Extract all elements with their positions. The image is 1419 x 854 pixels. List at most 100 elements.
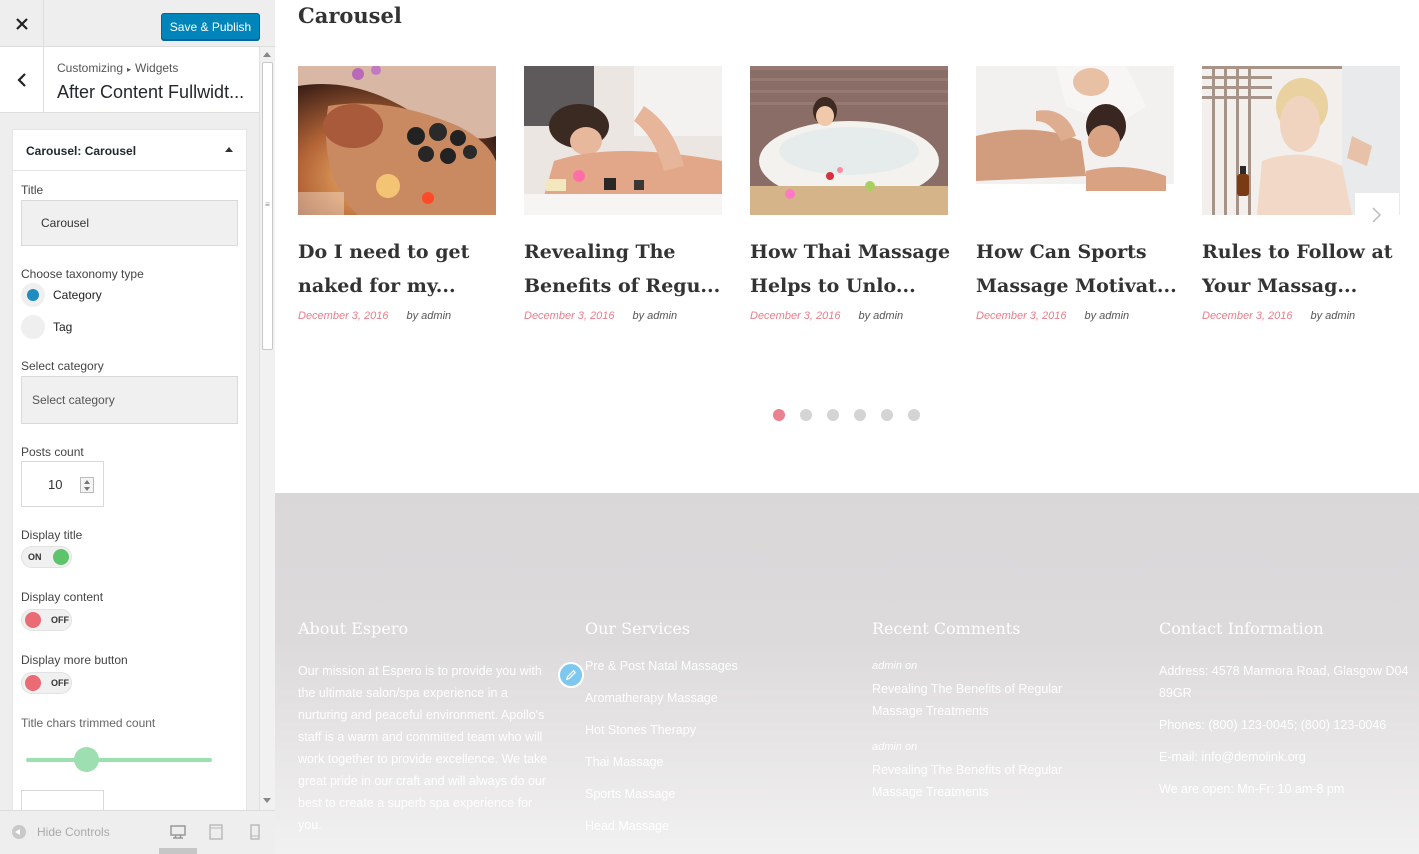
scroll-up-arrow-icon[interactable] xyxy=(263,52,271,57)
breadcrumb-separator-icon: ▸ xyxy=(127,65,132,74)
hide-controls-button[interactable]: Hide Controls xyxy=(12,825,110,839)
close-customizer-button[interactable] xyxy=(0,0,44,47)
carousel-next-button[interactable] xyxy=(1355,193,1399,237)
posts-count-stepper[interactable]: 10 xyxy=(21,461,104,507)
post-date[interactable]: December 3, 2016 xyxy=(1202,310,1293,322)
post-author[interactable]: by admin xyxy=(859,310,904,322)
breadcrumb-root: Customizing xyxy=(57,61,124,75)
widget-name-label: Carousel xyxy=(84,144,137,158)
post-title-line[interactable]: Revealing The xyxy=(524,235,734,269)
post-author[interactable]: by admin xyxy=(633,310,678,322)
post-title-line[interactable]: Helps to Unlo... xyxy=(750,269,960,303)
post-title[interactable]: Rules to Follow at Your Massag... xyxy=(1202,235,1412,303)
carousel-dot[interactable] xyxy=(773,409,785,421)
footer-recent-comments: Recent Comments admin on Revealing The B… xyxy=(872,619,1122,822)
site-preview: Carousel Do I need to get naked for my..… xyxy=(275,0,1419,854)
post-title-line[interactable]: Do I need to get xyxy=(298,235,508,269)
post-title-line[interactable]: naked for my... xyxy=(298,269,508,303)
scroll-down-arrow-icon[interactable] xyxy=(263,798,271,803)
display-more-toggle[interactable]: OFF xyxy=(21,672,72,694)
carousel-dot[interactable] xyxy=(908,409,920,421)
footer-service-link[interactable]: Head Massage xyxy=(585,810,835,842)
collapse-arrow-icon[interactable] xyxy=(225,147,233,152)
title-chars-slider-handle[interactable] xyxy=(74,747,99,772)
sidebar-scrollbar[interactable]: ≡ xyxy=(259,47,275,810)
taxonomy-option-tag[interactable]: Tag xyxy=(53,320,72,334)
pencil-icon xyxy=(565,669,577,681)
carousel-dot[interactable] xyxy=(827,409,839,421)
post-title-line[interactable]: Your Massag... xyxy=(1202,269,1412,303)
carousel-prev-button[interactable] xyxy=(298,192,344,215)
carousel-card: Do I need to get naked for my... Decembe… xyxy=(298,66,496,322)
select-category-dropdown[interactable]: Select category xyxy=(21,376,238,424)
active-device-indicator xyxy=(159,848,197,854)
toggle-state-text: OFF xyxy=(51,615,69,625)
title-chars-slider-track[interactable] xyxy=(26,758,212,762)
customizer-footer: Hide Controls xyxy=(0,810,275,854)
scroll-thumb[interactable]: ≡ xyxy=(262,62,273,350)
post-title[interactable]: Do I need to get naked for my... xyxy=(298,235,508,303)
title-chars-label: Title chars trimmed count xyxy=(21,716,156,730)
breadcrumb-section: Widgets xyxy=(135,61,179,75)
post-thumbnail-bath[interactable] xyxy=(750,66,948,215)
desktop-icon[interactable] xyxy=(168,823,188,841)
post-title-line[interactable]: Massage Motivat... xyxy=(976,269,1186,303)
post-thumbnail-sports-massage[interactable] xyxy=(976,66,1174,215)
display-title-toggle[interactable]: ON xyxy=(21,546,72,568)
edit-shortcut-button[interactable] xyxy=(558,662,584,688)
post-thumbnail-hot-stones[interactable] xyxy=(298,66,496,215)
contact-email-link[interactable]: info@demolink.org xyxy=(1201,750,1305,764)
post-meta: December 3, 2016 by admin xyxy=(1202,310,1355,322)
display-content-toggle[interactable]: OFF xyxy=(21,609,72,631)
post-author[interactable]: by admin xyxy=(1311,310,1356,322)
post-meta: December 3, 2016 by admin xyxy=(750,310,903,322)
footer-service-link[interactable]: Thai Massage xyxy=(585,746,835,778)
customizer-sidebar: Save & Publish Customizing ▸ Widgets After… xyxy=(0,0,275,854)
tablet-icon[interactable] xyxy=(206,823,226,841)
comment-post-link[interactable]: Revealing The Benefits of Regular Massag… xyxy=(872,678,1112,722)
post-title-line[interactable]: Benefits of Regu... xyxy=(524,269,734,303)
comment-post-link[interactable]: Revealing The Benefits of Regular Massag… xyxy=(872,759,1112,803)
stepper-arrows-icon[interactable] xyxy=(80,477,94,493)
mobile-icon[interactable] xyxy=(245,823,265,841)
taxonomy-radio-tag[interactable] xyxy=(21,315,45,339)
taxonomy-radio-category[interactable] xyxy=(21,283,45,307)
back-button[interactable] xyxy=(0,47,44,113)
footer-service-link[interactable]: Aromatherapy Massage xyxy=(585,682,835,714)
post-date[interactable]: December 3, 2016 xyxy=(750,310,841,322)
carousel-dot[interactable] xyxy=(800,409,812,421)
contact-hours: We are open: Mn-Fr: 10 am-8 pm xyxy=(1159,782,1345,796)
post-thumbnail-back-massage[interactable] xyxy=(524,66,722,215)
post-date[interactable]: December 3, 2016 xyxy=(976,310,1067,322)
post-title-line[interactable]: How Thai Massage xyxy=(750,235,960,269)
post-title[interactable]: How Can Sports Massage Motivat... xyxy=(976,235,1186,303)
post-date[interactable]: December 3, 2016 xyxy=(524,310,615,322)
footer-service-link[interactable]: Hot Stones Therapy xyxy=(585,714,835,746)
widget-header[interactable]: Carousel: Carousel xyxy=(13,130,246,171)
carousel-card: Revealing The Benefits of Regu... Decemb… xyxy=(524,66,722,322)
carousel-card: How Can Sports Massage Motivat... Decemb… xyxy=(976,66,1177,322)
post-title[interactable]: How Thai Massage Helps to Unlo... xyxy=(750,235,960,303)
title-input[interactable]: Carousel xyxy=(21,200,238,246)
post-author[interactable]: by admin xyxy=(1085,310,1130,322)
post-title-line[interactable]: Rules to Follow at xyxy=(1202,235,1412,269)
post-author[interactable]: by admin xyxy=(407,310,452,322)
widget-type-label: Carousel: xyxy=(26,144,82,158)
post-title[interactable]: Revealing The Benefits of Regu... xyxy=(524,235,734,303)
carousel-dot[interactable] xyxy=(881,409,893,421)
display-more-label: Display more button xyxy=(21,653,128,667)
footer-service-link[interactable]: Sports Massage xyxy=(585,778,835,810)
footer-service-link[interactable]: Pre & Post Natal Massages xyxy=(585,650,835,682)
panel-title: After Content Fullwidt... xyxy=(57,82,245,102)
save-publish-button[interactable]: Save & Publish xyxy=(161,13,260,40)
footer-services-heading: Our Services xyxy=(585,619,691,638)
post-date[interactable]: December 3, 2016 xyxy=(298,310,389,322)
post-title-line[interactable]: How Can Sports xyxy=(976,235,1186,269)
customizer-header: Save & Publish xyxy=(0,0,275,47)
comment-meta: admin on xyxy=(872,741,918,753)
taxonomy-option-category[interactable]: Category xyxy=(53,288,102,302)
posts-count-value[interactable]: 10 xyxy=(48,477,62,492)
carousel-dot[interactable] xyxy=(854,409,866,421)
post-meta: December 3, 2016 by admin xyxy=(976,310,1129,322)
contact-address: Address: 4578 Marmora Road, Glasgow D04 … xyxy=(1159,664,1409,700)
